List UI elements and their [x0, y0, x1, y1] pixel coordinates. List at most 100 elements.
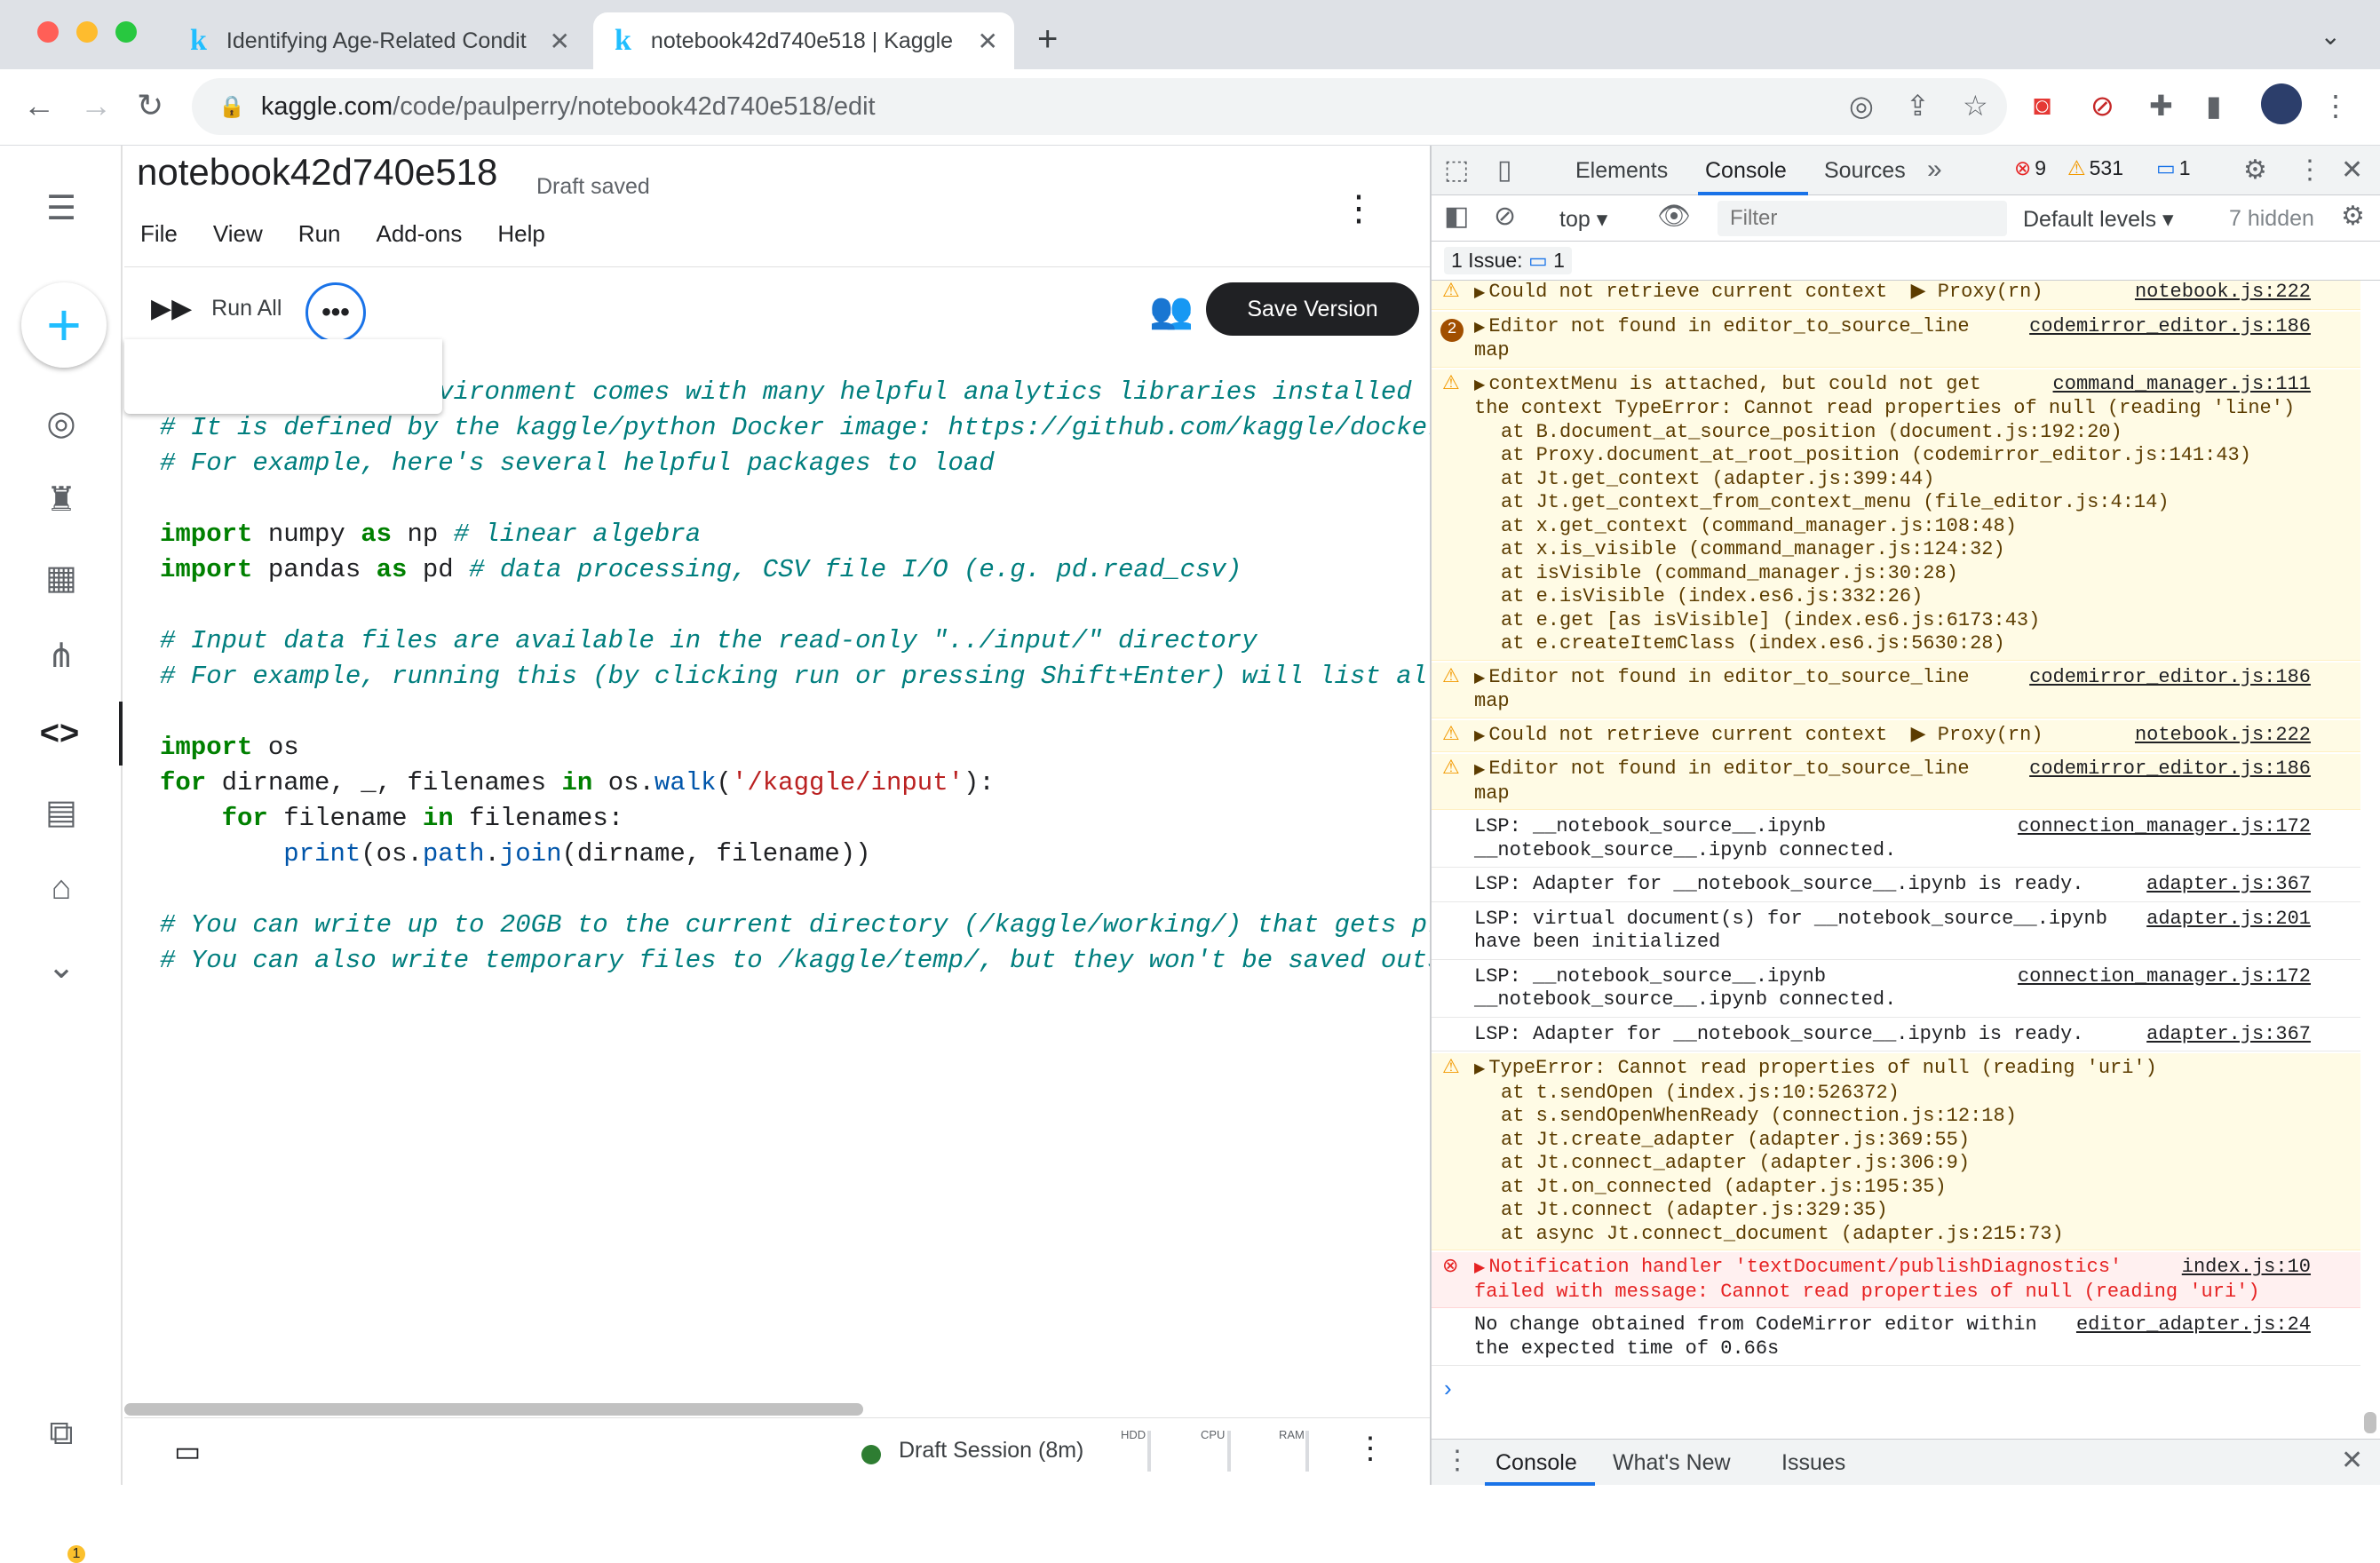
collaborators-icon[interactable]: 👥	[1149, 290, 1194, 331]
expand-triangle-icon[interactable]: ▶	[1474, 377, 1485, 393]
expand-triangle-icon[interactable]: ▶	[1474, 285, 1485, 301]
tab-search-chevron-icon[interactable]: ⌄	[2320, 21, 2341, 51]
compass-icon[interactable]: ◎	[0, 391, 123, 455]
share-icon[interactable]: ⇪	[1906, 89, 1930, 123]
stack-frame[interactable]: at s.sendOpenWhenReady (connection.js:12…	[1474, 1105, 2311, 1129]
stack-frame[interactable]: at async Jt.connect_document (adapter.js…	[1474, 1223, 2311, 1247]
source-link[interactable]: notebook.js:222	[2135, 724, 2311, 748]
comments-icon[interactable]: ▤	[0, 780, 123, 844]
menu-run[interactable]: Run	[298, 220, 341, 248]
horizontal-scrollbar[interactable]	[124, 1403, 863, 1416]
tab-elements[interactable]: Elements	[1575, 158, 1668, 184]
console-message[interactable]: LSP: __notebook_source__.ipynb __noteboo…	[1432, 962, 2360, 1018]
bookmark-star-icon[interactable]: ☆	[1963, 89, 1988, 123]
pocket-extension-icon[interactable]: ◙	[2034, 89, 2051, 122]
more-icon[interactable]: ⌄	[0, 934, 123, 998]
url-bar[interactable]: 🔒 kaggle.com /code/paulperry/notebook42d…	[192, 78, 2007, 135]
save-version-button[interactable]: Save Version	[1206, 282, 1419, 336]
stack-frame[interactable]: at B.document_at_source_position (docume…	[1474, 421, 2311, 445]
menu-help[interactable]: Help	[497, 220, 544, 248]
source-link[interactable]: command_manager.js:111	[2053, 373, 2311, 397]
console-message[interactable]: LSP: virtual document(s) for __notebook_…	[1432, 904, 2360, 960]
stack-frame[interactable]: at x.get_context (command_manager.js:108…	[1474, 515, 2311, 539]
eye-off-icon[interactable]: ◎	[1849, 89, 1874, 123]
minimize-window-button[interactable]	[76, 21, 98, 43]
inspect-element-icon[interactable]: ⬚	[1444, 155, 1469, 186]
source-link[interactable]: codemirror_editor.js:186	[2029, 758, 2311, 782]
expand-triangle-icon[interactable]: ▶	[1474, 728, 1485, 744]
source-link[interactable]: connection_manager.js:172	[2018, 815, 2311, 839]
code-line[interactable]	[160, 588, 1430, 623]
source-link[interactable]: notebook.js:222	[2135, 281, 2311, 305]
issues-chip[interactable]: 1 Issue: ▭ 1	[1444, 247, 1572, 274]
console-message[interactable]: ⚠ ▶ Could not retrieve current context ▶ P…	[1432, 281, 2360, 310]
stack-frame[interactable]: at Proxy.document_at_root_position (code…	[1474, 444, 2311, 468]
stack-frame[interactable]: at x.is_visible (command_manager.js:124:…	[1474, 538, 2311, 562]
code-cell[interactable]: # This Python 3 environment comes with m…	[160, 375, 1430, 979]
expand-triangle-icon[interactable]: ▶	[1474, 670, 1485, 686]
stack-frame[interactable]: at Jt.on_connected (adapter.js:195:35)	[1474, 1176, 2311, 1200]
status-more-icon[interactable]: ⋮	[1355, 1431, 1385, 1466]
console-message[interactable]: LSP: Adapter for __notebook_source__.ipy…	[1432, 1020, 2360, 1051]
new-tab-icon[interactable]: +	[1037, 20, 1058, 60]
device-toolbar-icon[interactable]: ▯	[1497, 155, 1512, 186]
code-line[interactable]: # You can write up to 20GB to the curren…	[160, 908, 1430, 943]
stack-frame[interactable]: at Jt.create_adapter (adapter.js:369:55)	[1474, 1129, 2311, 1153]
source-link[interactable]: editor_adapter.js:24	[2076, 1313, 2311, 1337]
more-tabs-icon[interactable]: »	[1927, 155, 1942, 185]
code-line[interactable]: # It is defined by the kaggle/python Doc…	[160, 410, 1430, 446]
console-message[interactable]: ⚠ ▶ Editor not found in editor_to_source_l…	[1432, 754, 2360, 810]
stack-frame[interactable]: at isVisible (command_manager.js:30:28)	[1474, 562, 2311, 586]
console-prompt-icon[interactable]: ›	[1444, 1375, 1452, 1402]
trophy-icon[interactable]: ♜	[0, 467, 123, 531]
notebook-title[interactable]: notebook42d740e518	[137, 151, 497, 194]
drawer-tab-issues[interactable]: Issues	[1781, 1450, 1845, 1476]
create-icon[interactable]: +	[21, 282, 107, 368]
console-message[interactable]: ⚠ ▶ contextMenu is attached, but could not…	[1432, 369, 2360, 661]
tab-sources[interactable]: Sources	[1824, 158, 1906, 184]
code-line[interactable]	[160, 872, 1430, 908]
info-counter[interactable]: ▭ 1	[2156, 156, 2191, 180]
back-icon[interactable]: ←	[23, 87, 55, 124]
menu-file[interactable]: File	[140, 220, 178, 248]
error-counter[interactable]: ⊗ 9	[2014, 156, 2046, 180]
source-link[interactable]: codemirror_editor.js:186	[2029, 666, 2311, 690]
drawer-tab-whats-new[interactable]: What's New	[1613, 1450, 1731, 1476]
close-tab-icon[interactable]: ✕	[978, 27, 998, 56]
stack-frame[interactable]: at Jt.connect_adapter (adapter.js:306:9)	[1474, 1152, 2311, 1176]
close-drawer-icon[interactable]: ✕	[2341, 1445, 2363, 1476]
run-all-button[interactable]: ▶▶ Run All	[151, 293, 282, 324]
code-line[interactable]: import pandas as pd # data processing, C…	[160, 552, 1430, 588]
console-message[interactable]: No change obtained from CodeMirror edito…	[1432, 1310, 2360, 1366]
notebook-more-icon[interactable]: ⋮	[1341, 188, 1376, 229]
vertical-scrollbar[interactable]	[2364, 1412, 2376, 1433]
stack-frame[interactable]: at e.isVisible (index.es6.js:332:26)	[1474, 585, 2311, 609]
log-levels-dropdown[interactable]: Default levels ▾	[2023, 206, 2174, 233]
console-message[interactable]: 2 ▶ Editor not found in editor_to_source_l…	[1432, 311, 2360, 368]
models-icon[interactable]: ⋔	[0, 623, 123, 687]
terminal-icon[interactable]: ▭	[174, 1434, 201, 1468]
clear-console-icon[interactable]: ⊘	[1494, 201, 1516, 232]
console-message[interactable]: ⚠ ▶ Could not retrieve current context ▶ P…	[1432, 719, 2360, 752]
sidebar-toggle-icon[interactable]: ◧	[1444, 201, 1469, 232]
table-icon[interactable]: ▦	[0, 545, 123, 609]
stack-frame[interactable]: at t.sendOpen (index.js:10:526372)	[1474, 1082, 2311, 1106]
extensions-puzzle-icon[interactable]: ✚	[2149, 89, 2173, 123]
browser-tab-1[interactable]: k Identifying Age-Related Condit ✕	[169, 12, 586, 69]
source-link[interactable]: codemirror_editor.js:186	[2029, 315, 2311, 339]
code-line[interactable]: for filename in filenames:	[160, 801, 1430, 837]
code-line[interactable]: for dirname, _, filenames in os.walk('/k…	[160, 766, 1430, 801]
code-line[interactable]: import numpy as np # linear algebra	[160, 517, 1430, 552]
source-link[interactable]: connection_manager.js:172	[2018, 965, 2311, 989]
stack-frame[interactable]: at Jt.get_context (adapter.js:399:44)	[1474, 468, 2311, 492]
expand-triangle-icon[interactable]: ▶	[1474, 1260, 1485, 1276]
console-message[interactable]: ⊗ ▶ Notification handler 'textDocument/pub…	[1432, 1252, 2360, 1308]
warning-counter[interactable]: ⚠ 531	[2067, 156, 2123, 180]
live-expression-eye-icon[interactable]: 👁	[1657, 201, 1691, 232]
expand-triangle-icon[interactable]: ▶	[1474, 1061, 1485, 1077]
menu-add-ons[interactable]: Add-ons	[377, 220, 463, 248]
settings-gear-icon[interactable]: ⚙	[2243, 155, 2267, 186]
more-actions-button[interactable]: •••	[305, 282, 366, 343]
side-panel-icon[interactable]: ▮	[2206, 89, 2222, 123]
profile-avatar[interactable]	[2261, 83, 2302, 124]
